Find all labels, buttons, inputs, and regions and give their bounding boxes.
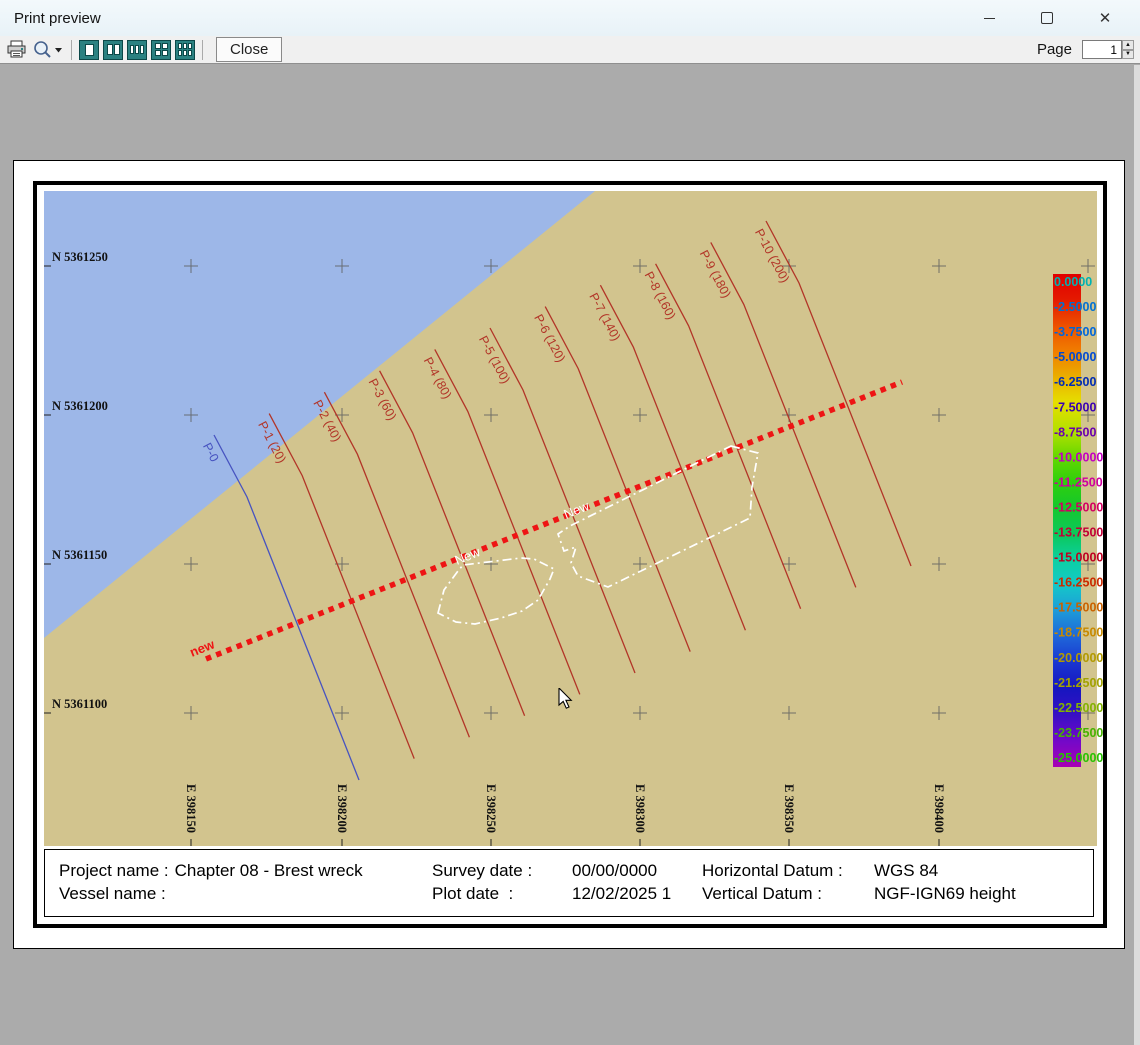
close-window-button[interactable]: ✕	[1076, 0, 1134, 36]
survey-date-value: 00/00/0000	[572, 859, 657, 882]
easting-label: E 398350	[782, 784, 796, 833]
northing-label: N 5361150	[52, 548, 107, 562]
map-canvas: N 5361250 N 5361200 N 5361150 N 5361100 E 39…	[44, 191, 1097, 846]
color-scale-value: -13.7500	[1054, 526, 1103, 540]
layout-3-pages-button[interactable]	[127, 40, 147, 60]
window-controls: ✕	[960, 0, 1134, 36]
easting-label: E 398200	[335, 784, 349, 833]
page-number-input[interactable]	[1082, 40, 1122, 59]
easting-label: E 398300	[633, 784, 647, 833]
one-page-icon	[85, 44, 94, 56]
minimize-icon	[984, 18, 995, 19]
preview-workspace: N 5361250 N 5361200 N 5361150 N 5361100 E 39…	[0, 65, 1140, 1045]
northing-label: N 5361100	[52, 697, 107, 711]
color-scale-value: -12.5000	[1054, 500, 1103, 514]
layout-6-pages-button[interactable]	[175, 40, 195, 60]
project-info-column: Project name : Chapter 08 - Brest wreck …	[59, 859, 432, 916]
color-scale-value: -20.0000	[1054, 651, 1103, 665]
maximize-button[interactable]	[1018, 0, 1076, 36]
plot-info-box: Project name : Chapter 08 - Brest wreck …	[44, 849, 1094, 917]
color-scale-value: -8.7500	[1054, 425, 1096, 439]
project-name-label: Project name :	[59, 859, 169, 882]
northing-label: N 5361250	[52, 250, 108, 264]
color-scale-bar	[1053, 274, 1081, 767]
page-down-button[interactable]: ▼	[1122, 50, 1134, 60]
vertical-datum-label: Vertical Datum :	[702, 882, 874, 905]
print-preview-window: Print preview ✕	[0, 0, 1140, 1045]
titlebar: Print preview ✕	[0, 0, 1140, 36]
color-scale-value: -16.2500	[1054, 576, 1103, 590]
color-scale-value: -22.5000	[1054, 701, 1103, 715]
zoom-button[interactable]	[31, 38, 65, 62]
easting-label: E 398400	[932, 784, 946, 833]
minimize-button[interactable]	[960, 0, 1018, 36]
layout-4-pages-button[interactable]	[151, 40, 171, 60]
horizontal-datum-value: WGS 84	[874, 859, 938, 882]
survey-date-label: Survey date :	[432, 859, 572, 882]
datum-info-column: Horizontal Datum : WGS 84 Vertical Datum…	[702, 859, 1093, 916]
toolbar-separator	[71, 40, 72, 60]
three-pages-icon	[130, 45, 134, 54]
plot-date-value: 12/02/2025 1	[572, 882, 671, 905]
window-edge	[1134, 65, 1140, 1045]
vertical-datum-value: NGF-IGN69 height	[874, 882, 1016, 905]
color-scale-value: -11.2500	[1054, 475, 1103, 489]
horizontal-datum-label: Horizontal Datum :	[702, 859, 874, 882]
plot-date-label: Plot date :	[432, 882, 572, 905]
northing-label: N 5361200	[52, 399, 108, 413]
color-scale-value: 0.0000	[1054, 275, 1092, 289]
color-scale-value: -3.7500	[1054, 325, 1096, 339]
page-label: Page	[1037, 41, 1072, 58]
four-pages-icon	[155, 43, 161, 49]
easting-label: E 398150	[184, 784, 198, 833]
vessel-name-label: Vessel name :	[59, 882, 166, 905]
color-scale-value: -15.0000	[1054, 551, 1103, 565]
toolbar-separator	[202, 40, 203, 60]
color-scale-value: -7.5000	[1054, 400, 1096, 414]
print-button[interactable]	[4, 38, 29, 62]
close-button[interactable]: Close	[216, 37, 282, 62]
six-pages-icon	[178, 43, 182, 49]
color-scale-value: -10.0000	[1054, 450, 1103, 464]
project-name-value: Chapter 08 - Brest wreck	[175, 859, 363, 882]
maximize-icon	[1041, 12, 1053, 24]
color-scale-value: -21.2500	[1054, 676, 1103, 690]
color-scale-value: -18.7500	[1054, 626, 1103, 640]
date-info-column: Survey date : 00/00/0000 Plot date : 12/…	[432, 859, 702, 916]
page-spinner: ▲ ▼	[1122, 40, 1134, 59]
layout-1-page-button[interactable]	[79, 40, 99, 60]
color-scale-value: -2.5000	[1054, 300, 1096, 314]
color-scale-value: -23.7500	[1054, 726, 1103, 740]
window-title: Print preview	[0, 10, 101, 27]
magnifier-icon	[33, 40, 63, 59]
color-scale-value: -6.2500	[1054, 375, 1096, 389]
page-controls: Page ▲ ▼	[1037, 40, 1134, 59]
easting-label: E 398250	[484, 784, 498, 833]
preview-page: N 5361250 N 5361200 N 5361150 N 5361100 E 39…	[13, 160, 1125, 949]
color-scale-value: -25.0000	[1054, 751, 1103, 765]
two-pages-icon	[107, 44, 113, 55]
page-up-button[interactable]: ▲	[1122, 40, 1134, 50]
printer-icon	[6, 40, 27, 59]
color-scale-value: -17.5000	[1054, 601, 1103, 615]
toolbar: Close Page ▲ ▼	[0, 36, 1140, 64]
layout-2-pages-button[interactable]	[103, 40, 123, 60]
color-scale-value: -5.0000	[1054, 350, 1096, 364]
close-icon: ✕	[1099, 11, 1112, 26]
